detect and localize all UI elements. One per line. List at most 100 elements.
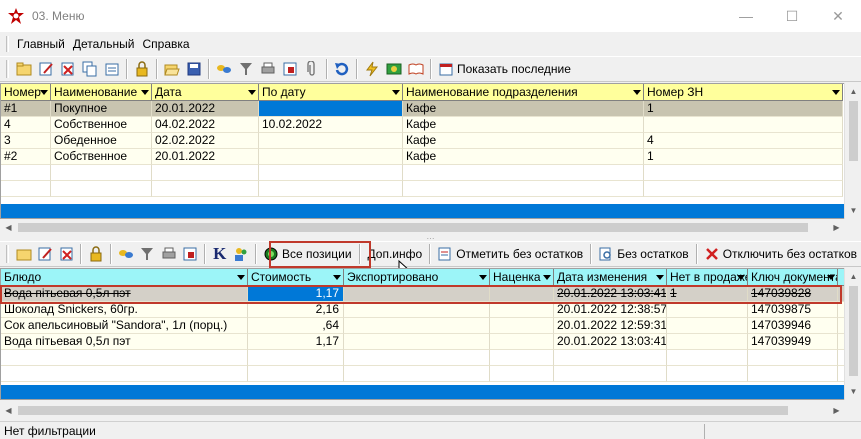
- table-cell[interactable]: [259, 165, 403, 181]
- bottom-grid-vscroll[interactable]: ▲ ▼: [844, 268, 861, 400]
- table-cell[interactable]: [667, 318, 748, 334]
- table-cell[interactable]: [490, 318, 554, 334]
- dropdown-arrow-icon[interactable]: [656, 275, 664, 280]
- table-cell[interactable]: 147039946: [748, 318, 838, 334]
- table-cell[interactable]: [748, 350, 838, 366]
- table-cell[interactable]: [248, 366, 344, 382]
- edit-icon[interactable]: [35, 58, 57, 80]
- disable-no-stock-button[interactable]: Отключить без остатков: [701, 243, 861, 265]
- table-cell[interactable]: Сок апельсиновый "Sandora", 1л (порц.): [1, 318, 248, 334]
- table-cell[interactable]: [554, 366, 667, 382]
- menu-main[interactable]: Главный: [13, 37, 69, 51]
- lock-icon-2[interactable]: [85, 243, 107, 265]
- dropdown-arrow-icon[interactable]: [479, 275, 487, 280]
- table-cell[interactable]: [667, 366, 748, 382]
- scroll-up-icon-2[interactable]: ▲: [845, 268, 861, 285]
- table-cell[interactable]: Собственное: [51, 117, 152, 133]
- table-cell[interactable]: #2: [1, 149, 51, 165]
- table-cell[interactable]: [259, 181, 403, 197]
- table-row[interactable]: Вода пітьевая 0,5л пэт 1,17 20.01.2022 13:…: [1, 286, 844, 302]
- table-cell[interactable]: 4: [644, 133, 843, 149]
- print-icon[interactable]: [257, 58, 279, 80]
- top-grid-vscroll[interactable]: ▲ ▼: [844, 83, 861, 219]
- copy-icon[interactable]: [79, 58, 101, 80]
- table-cell[interactable]: [403, 165, 644, 181]
- table-row[interactable]: Вода пітьевая 0,5л пэт 1,17 20.01.2022 13:…: [1, 334, 844, 350]
- table-cell[interactable]: 20.01.2022 13:03:41: [554, 334, 667, 350]
- dropdown-arrow-icon[interactable]: [248, 90, 256, 95]
- lock-icon[interactable]: [131, 58, 153, 80]
- print-icon-2[interactable]: [158, 243, 180, 265]
- scroll-down-icon[interactable]: ▼: [845, 202, 861, 219]
- dropdown-arrow-icon[interactable]: [633, 90, 641, 95]
- table-cell[interactable]: 02.02.2022: [152, 133, 259, 149]
- table-cell[interactable]: Собственное: [51, 149, 152, 165]
- table-cell[interactable]: Кафе: [403, 149, 644, 165]
- table-row[interactable]: [1, 181, 843, 197]
- scroll-right-icon[interactable]: ▶: [828, 219, 845, 236]
- dropdown-arrow-icon[interactable]: [392, 90, 400, 95]
- table-cell[interactable]: [152, 165, 259, 181]
- table-row[interactable]: #1 Покупное 20.01.2022 Кафе 1: [1, 101, 843, 117]
- table-cell[interactable]: 20.01.2022 13:03:41: [554, 286, 667, 302]
- table-cell[interactable]: [344, 350, 490, 366]
- group-icon-2[interactable]: [115, 243, 137, 265]
- table-cell[interactable]: [51, 165, 152, 181]
- table-cell[interactable]: 147039875: [748, 302, 838, 318]
- dropdown-arrow-icon[interactable]: [827, 275, 835, 280]
- table-row[interactable]: #2 Собственное 20.01.2022 Кафе 1: [1, 149, 843, 165]
- table-cell[interactable]: 1: [644, 101, 843, 117]
- delete-icon-2[interactable]: [56, 243, 78, 265]
- table-row[interactable]: Сок апельсиновый "Sandora", 1л (порц.) ,6…: [1, 318, 844, 334]
- table-row[interactable]: [1, 366, 844, 382]
- table-cell[interactable]: ,64: [248, 318, 344, 334]
- table-row[interactable]: [1, 165, 843, 181]
- table-cell[interactable]: 20.01.2022 12:38:57: [554, 302, 667, 318]
- new-folder-icon[interactable]: [13, 58, 35, 80]
- table-cell[interactable]: [248, 350, 344, 366]
- filter-icon-2[interactable]: [136, 243, 158, 265]
- dropdown-arrow-icon[interactable]: [832, 90, 840, 95]
- table-cell[interactable]: 1: [667, 286, 748, 302]
- table-cell[interactable]: [490, 286, 554, 302]
- mark-no-stock-button[interactable]: Отметить без остатков: [434, 243, 587, 265]
- top-grid-hscroll[interactable]: ◀ ▶: [0, 219, 845, 236]
- table-cell[interactable]: 1,17: [248, 334, 344, 350]
- money-icon[interactable]: [383, 58, 405, 80]
- top-hscroll-thumb[interactable]: [18, 223, 808, 232]
- attach-icon[interactable]: [301, 58, 323, 80]
- table-cell[interactable]: [152, 181, 259, 197]
- table-cell[interactable]: [667, 302, 748, 318]
- edit-icon-2[interactable]: [34, 243, 56, 265]
- table-cell[interactable]: Обеденное: [51, 133, 152, 149]
- top-col-header[interactable]: Номер ЗН: [644, 84, 843, 101]
- table-cell[interactable]: [667, 334, 748, 350]
- table-cell[interactable]: [490, 334, 554, 350]
- bottom-col-header[interactable]: Стоимость: [248, 269, 344, 286]
- open-folder-icon[interactable]: [161, 58, 183, 80]
- top-col-header[interactable]: Наименование: [51, 84, 152, 101]
- minimize-button[interactable]: —: [723, 0, 769, 32]
- table-cell[interactable]: 2,16: [248, 302, 344, 318]
- table-cell[interactable]: Кафе: [403, 101, 644, 117]
- table-cell[interactable]: [403, 181, 644, 197]
- table-cell[interactable]: [1, 165, 51, 181]
- table-cell[interactable]: [344, 318, 490, 334]
- table-cell[interactable]: Кафе: [403, 117, 644, 133]
- table-cell[interactable]: [644, 181, 843, 197]
- table-cell[interactable]: Вода пітьевая 0,5л пэт: [1, 334, 248, 350]
- table-cell[interactable]: [644, 165, 843, 181]
- edit-list-icon[interactable]: [101, 58, 123, 80]
- dropdown-arrow-icon[interactable]: [40, 90, 48, 95]
- scroll-up-icon[interactable]: ▲: [845, 83, 861, 100]
- book-icon[interactable]: [405, 58, 427, 80]
- menu-help[interactable]: Справка: [139, 37, 194, 51]
- bottom-col-header[interactable]: Дата изменения: [554, 269, 667, 286]
- table-cell[interactable]: [1, 181, 51, 197]
- k-button[interactable]: K: [209, 243, 231, 265]
- table-cell[interactable]: [644, 117, 843, 133]
- table-cell[interactable]: 1: [644, 149, 843, 165]
- report-icon[interactable]: [279, 58, 301, 80]
- scroll-left-icon[interactable]: ◀: [0, 219, 17, 236]
- bottom-vscroll-thumb[interactable]: [849, 286, 858, 376]
